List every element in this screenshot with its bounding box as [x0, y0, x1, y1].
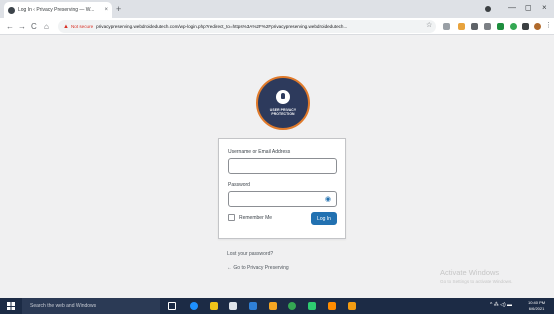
system-tray-icons[interactable]: ^ ⁂ ◁) ▬: [490, 302, 512, 308]
tab-close-icon[interactable]: ×: [104, 7, 108, 13]
chrome-icon[interactable]: [288, 302, 296, 310]
app-icon[interactable]: [269, 302, 277, 310]
remember-me-checkbox[interactable]: [228, 214, 235, 221]
extension-icon[interactable]: [458, 23, 465, 30]
browser-tab-strip: Log In ‹ Privacy Preserving — W... × + —…: [0, 0, 554, 18]
app-icon[interactable]: [308, 302, 316, 310]
extension-icon[interactable]: [497, 23, 504, 30]
profile-icon[interactable]: [485, 6, 491, 12]
task-view-icon[interactable]: [168, 302, 176, 310]
app-icon[interactable]: [249, 302, 257, 310]
windows-start-icon[interactable]: [7, 302, 15, 310]
warning-icon: ▲: [63, 23, 69, 30]
store-icon[interactable]: [229, 302, 237, 310]
minimize-button[interactable]: —: [508, 2, 516, 14]
app-icon[interactable]: [328, 302, 336, 310]
avatar[interactable]: [534, 23, 541, 30]
remember-me[interactable]: Remember Me: [228, 214, 272, 221]
activate-windows-watermark: Activate Windows Go to Settings to activ…: [440, 268, 513, 284]
username-input[interactable]: [228, 158, 337, 174]
site-logo[interactable]: USER PRIVACY PROTECTION: [256, 76, 310, 130]
login-button[interactable]: Log In: [311, 212, 337, 225]
maximize-button[interactable]: ◻: [525, 2, 532, 14]
show-password-eye-icon[interactable]: ◉: [325, 195, 331, 204]
extension-icon[interactable]: [471, 23, 478, 30]
tab-title: Log In ‹ Privacy Preserving — W...: [18, 7, 95, 13]
puzzle-extensions-icon[interactable]: [522, 23, 529, 30]
address-bar[interactable]: ▲ Not secure privacypreserving.webdroide…: [58, 20, 436, 33]
close-window-button[interactable]: ×: [542, 2, 547, 14]
file-explorer-icon[interactable]: [210, 302, 218, 310]
not-secure-label: Not secure: [70, 24, 94, 29]
taskbar-search-input[interactable]: Search the web and Windows: [22, 298, 160, 314]
watermark-subtitle: Go to Settings to activate Windows.: [440, 279, 513, 284]
clock-date: 6/6/2021: [528, 306, 545, 311]
remember-me-label: Remember Me: [239, 214, 273, 221]
logo-text-line2: PROTECTION: [271, 112, 295, 116]
extension-icon[interactable]: [510, 23, 517, 30]
password-label: Password: [228, 182, 250, 188]
password-input[interactable]: ◉: [228, 191, 337, 207]
app-icon[interactable]: [348, 302, 356, 310]
wordpress-favicon-icon: [8, 6, 15, 14]
forward-button[interactable]: →: [18, 21, 26, 32]
extension-icon[interactable]: [484, 23, 491, 30]
browser-menu-icon[interactable]: ⋮: [545, 21, 552, 29]
edge-browser-icon[interactable]: [190, 302, 198, 310]
taskbar-clock[interactable]: 10:40 PM 6/6/2021: [528, 300, 545, 312]
login-form: Username or Email Address Password ◉ Rem…: [218, 138, 346, 239]
browser-toolbar: ← → C ⌂ ▲ Not secure privacypreserving.w…: [0, 18, 554, 35]
back-to-site-link[interactable]: ← Go to Privacy Preserving: [227, 265, 289, 271]
windows-taskbar: Search the web and Windows ^ ⁂ ◁) ▬ 10:4…: [0, 298, 554, 314]
bookmark-star-icon[interactable]: ☆: [426, 21, 432, 29]
watermark-title: Activate Windows: [440, 268, 500, 277]
username-label: Username or Email Address: [228, 149, 291, 155]
new-tab-button[interactable]: +: [116, 3, 121, 15]
lost-password-link[interactable]: Lost your password?: [227, 251, 273, 257]
back-button[interactable]: ←: [6, 21, 14, 32]
url-text: privacypreserving.webdroidedutech.com/wp…: [96, 24, 348, 29]
home-button[interactable]: ⌂: [44, 21, 49, 32]
reload-button[interactable]: C: [31, 21, 37, 32]
lock-icon: [276, 90, 290, 104]
browser-tab-active[interactable]: Log In ‹ Privacy Preserving — W... ×: [4, 2, 112, 18]
extension-icon[interactable]: [443, 23, 450, 30]
